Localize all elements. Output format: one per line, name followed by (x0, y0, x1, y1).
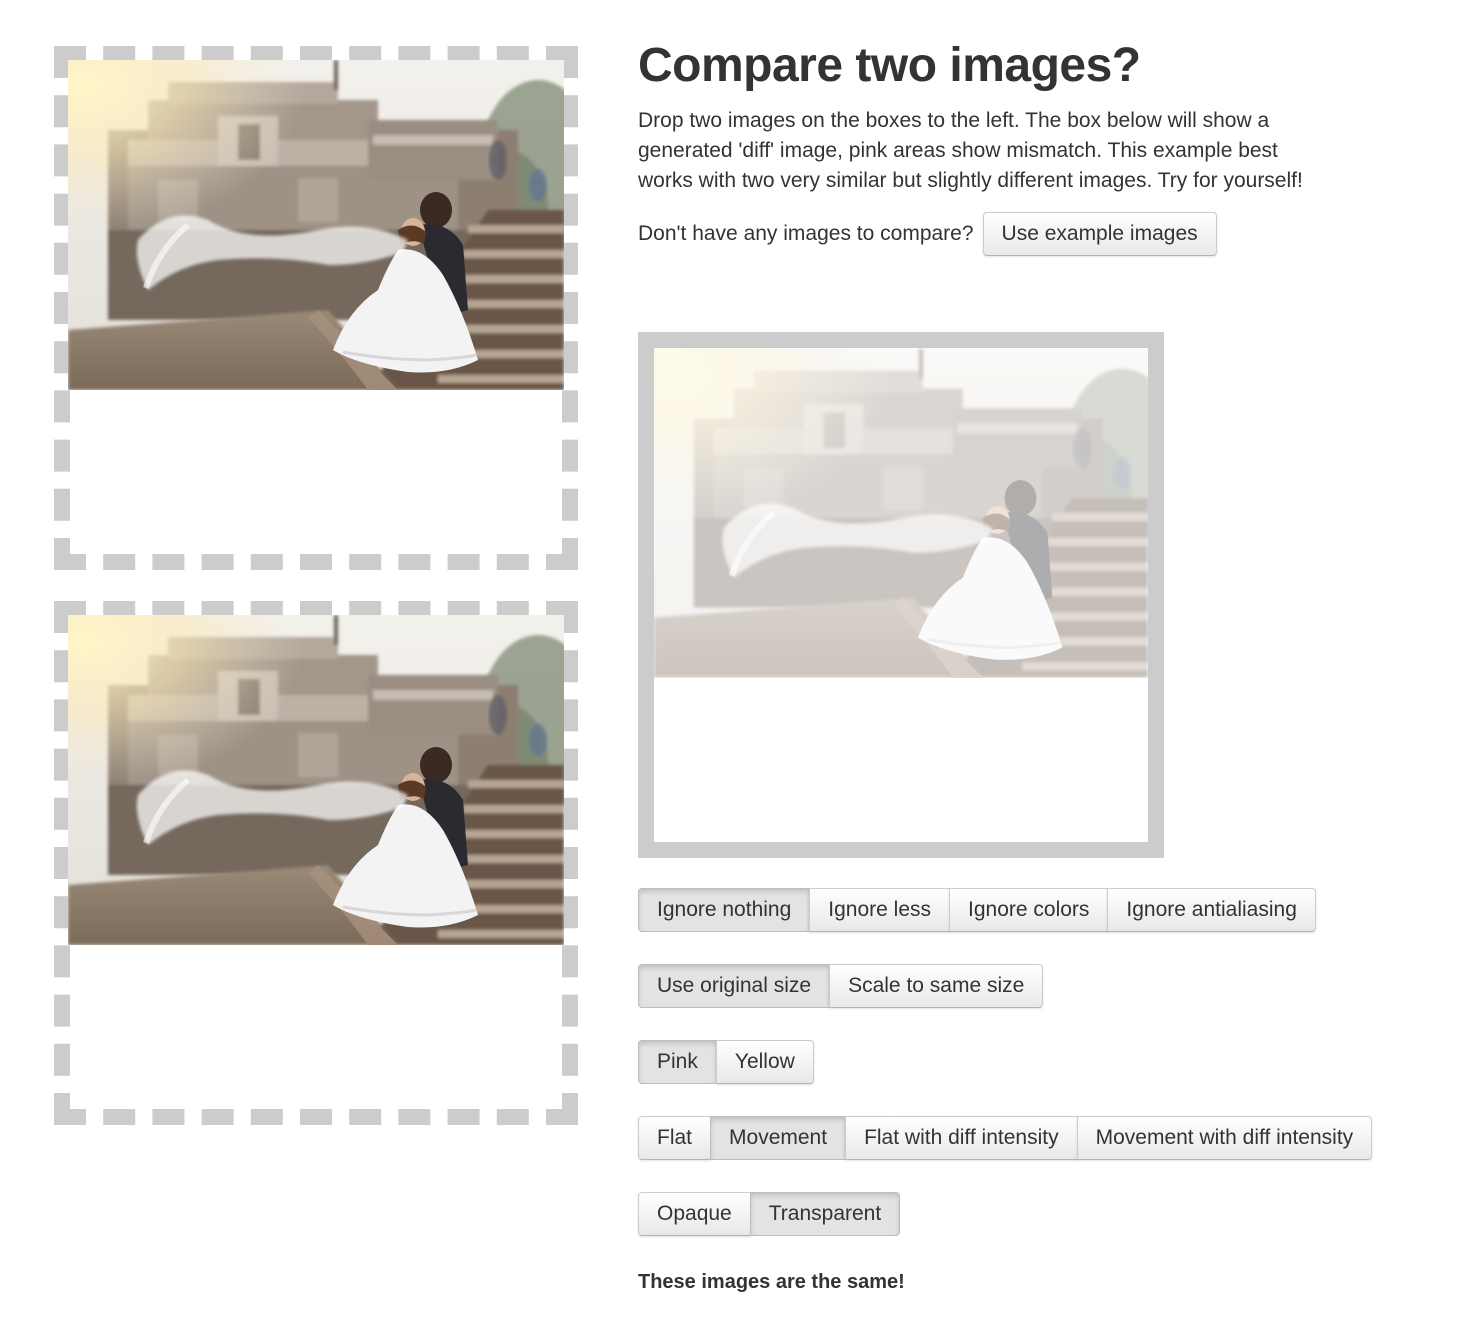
diff-image (654, 348, 1148, 678)
ignore-option-ignore-less[interactable]: Ignore less (809, 888, 951, 932)
ignore-options-group: Ignore nothing Ignore less Ignore colors Ig… (638, 888, 1316, 932)
diff-output-box (638, 332, 1164, 858)
use-example-images-button[interactable]: Use example images (982, 212, 1217, 256)
example-question: Don't have any images to compare? (638, 222, 974, 245)
error-color-option-pink[interactable]: Pink (638, 1040, 717, 1084)
ignore-option-ignore-nothing[interactable]: Ignore nothing (638, 888, 811, 932)
transparency-option-opaque[interactable]: Opaque (638, 1192, 751, 1236)
intro-text: Drop two images on the boxes to the left… (638, 109, 1303, 192)
ignore-option-ignore-antialiasing[interactable]: Ignore antialiasing (1107, 888, 1316, 932)
result-message: These images are the same! (638, 1271, 905, 1293)
example-row: Don't have any images to compare? Use ex… (638, 212, 1217, 256)
error-type-option-movement-with-diff-intensity[interactable]: Movement with diff intensity (1076, 1116, 1373, 1160)
error-color-options-group: Pink Yellow (638, 1040, 814, 1084)
error-type-option-movement[interactable]: Movement (710, 1116, 847, 1160)
ignore-option-ignore-colors[interactable]: Ignore colors (949, 888, 1109, 932)
image-dropzone-b[interactable] (54, 601, 578, 1125)
scaling-option-scale-to-same-size[interactable]: Scale to same size (829, 964, 1044, 1008)
transparency-options-group: Opaque Transparent (638, 1192, 901, 1236)
wedding-photo-b (68, 615, 564, 945)
page: Compare two images? Drop two images on t… (0, 0, 1466, 1320)
wedding-photo-a (68, 60, 564, 390)
error-color-option-yellow[interactable]: Yellow (715, 1040, 814, 1084)
page-title: Compare two images? (638, 39, 1141, 92)
error-type-option-flat[interactable]: Flat (638, 1116, 712, 1160)
scaling-option-use-original-size[interactable]: Use original size (638, 964, 831, 1008)
image-dropzone-a[interactable] (54, 46, 578, 570)
error-type-options-group: Flat Movement Flat with diff intensity Move… (638, 1116, 1373, 1160)
transparency-option-transparent[interactable]: Transparent (749, 1192, 901, 1236)
scaling-options-group: Use original size Scale to same size (638, 964, 1044, 1008)
error-type-option-flat-with-diff-intensity[interactable]: Flat with diff intensity (845, 1116, 1078, 1160)
